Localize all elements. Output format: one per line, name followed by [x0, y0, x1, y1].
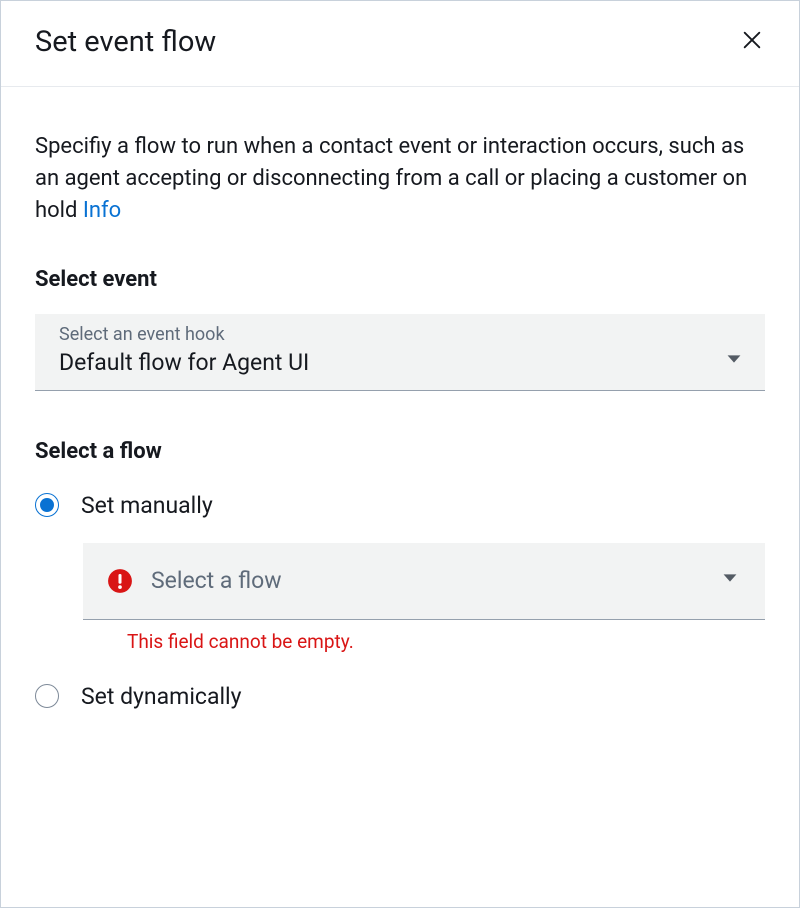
radio-option-dynamic[interactable]: Set dynamically — [35, 683, 765, 710]
chevron-down-icon — [719, 567, 741, 595]
flow-select-left: Select a flow — [107, 567, 282, 594]
flow-select-placeholder: Select a flow — [151, 567, 282, 594]
radio-icon — [35, 493, 59, 517]
radio-icon — [35, 684, 59, 708]
flow-mode-radio-group: Set manually Select a flow — [35, 492, 765, 710]
close-icon — [741, 29, 763, 54]
panel-body: Specifiy a flow to run when a contact ev… — [1, 87, 799, 734]
flow-select[interactable]: Select a flow — [83, 543, 765, 620]
set-event-flow-panel: Set event flow Specifiy a flow to run wh… — [0, 0, 800, 908]
event-hook-select[interactable]: Select an event hook Default flow for Ag… — [35, 314, 765, 391]
error-icon — [107, 568, 133, 594]
chevron-down-icon — [723, 348, 745, 376]
flow-select-error: This field cannot be empty. — [127, 630, 765, 653]
radio-label-manual: Set manually — [81, 492, 213, 519]
manual-flow-container: Select a flow This field cannot be empty… — [83, 543, 765, 653]
radio-label-dynamic: Set dynamically — [81, 683, 242, 710]
event-hook-hint: Select an event hook — [59, 324, 309, 345]
description-text: Specifiy a flow to run when a contact ev… — [35, 131, 765, 227]
close-button[interactable] — [735, 23, 769, 60]
select-event-label: Select event — [35, 267, 765, 292]
event-hook-select-inner: Select an event hook Default flow for Ag… — [59, 324, 309, 376]
info-link[interactable]: Info — [83, 198, 121, 223]
select-flow-label: Select a flow — [35, 439, 765, 464]
radio-option-manual[interactable]: Set manually — [35, 492, 765, 519]
panel-header: Set event flow — [1, 1, 799, 87]
event-hook-value: Default flow for Agent UI — [59, 349, 309, 376]
description-body: Specifiy a flow to run when a contact ev… — [35, 134, 747, 223]
panel-title: Set event flow — [35, 25, 216, 59]
